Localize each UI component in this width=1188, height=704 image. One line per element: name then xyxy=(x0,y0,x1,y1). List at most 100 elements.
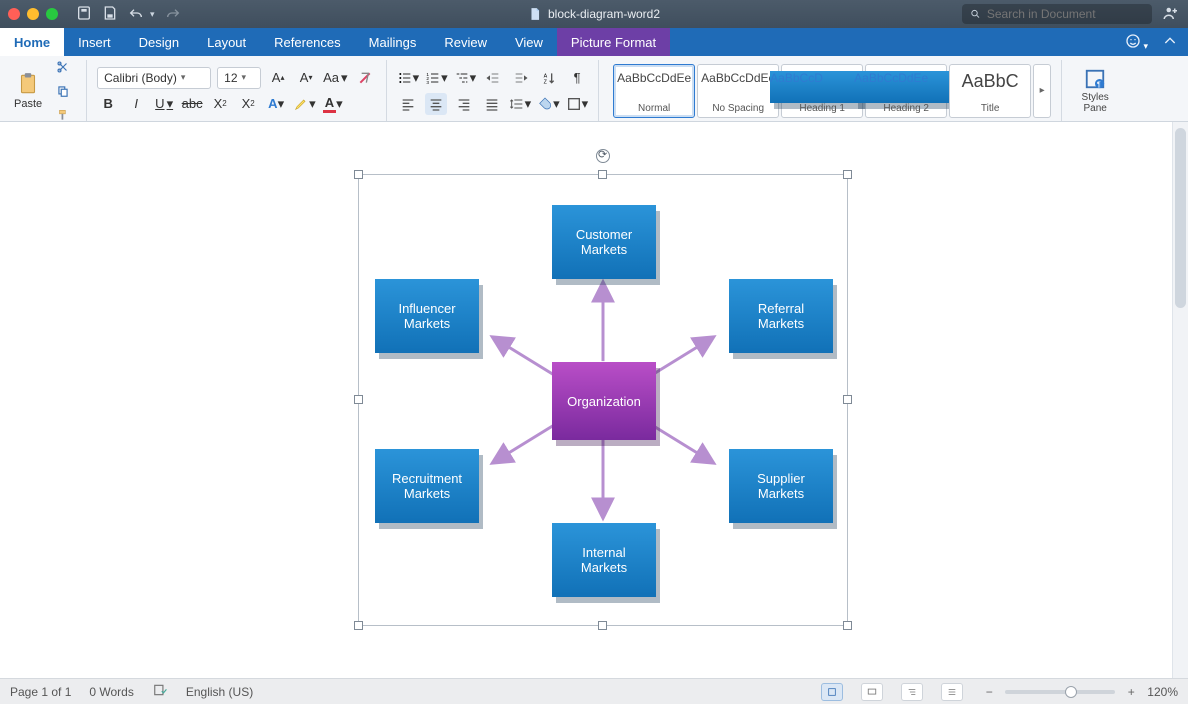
view-draft-button[interactable] xyxy=(941,683,963,701)
tab-mailings[interactable]: Mailings xyxy=(355,28,431,56)
spellcheck-icon[interactable] xyxy=(152,683,168,700)
tab-references[interactable]: References xyxy=(260,28,354,56)
align-right-button[interactable] xyxy=(453,93,475,115)
tab-design[interactable]: Design xyxy=(125,28,193,56)
search-box[interactable] xyxy=(962,4,1152,24)
share-button[interactable] xyxy=(1162,4,1180,25)
style-item-heading-1[interactable]: AaBbCcDHeading 1 xyxy=(781,64,863,118)
decrease-indent-button[interactable] xyxy=(482,67,504,89)
tab-home[interactable]: Home xyxy=(0,28,64,56)
resize-handle-ml[interactable] xyxy=(354,395,363,404)
resize-handle-tl[interactable] xyxy=(354,170,363,179)
cut-button[interactable] xyxy=(52,56,74,78)
sort-button[interactable]: AZ xyxy=(538,67,560,89)
multilevel-list-button[interactable]: ▾ xyxy=(454,67,477,89)
font-name-value: Calibri (Body) xyxy=(104,71,177,85)
bold-button[interactable]: B xyxy=(97,93,119,115)
vertical-scrollbar[interactable] xyxy=(1172,122,1188,678)
tab-insert[interactable]: Insert xyxy=(64,28,125,56)
style-item-no-spacing[interactable]: AaBbCcDdEeNo Spacing xyxy=(697,64,779,118)
zoom-in-button[interactable]: + xyxy=(1123,684,1139,700)
autosave-icon[interactable] xyxy=(76,5,92,24)
zoom-value[interactable]: 120% xyxy=(1147,685,1178,699)
tab-view[interactable]: View xyxy=(501,28,557,56)
style-item-normal[interactable]: AaBbCcDdEeNormal xyxy=(613,64,695,118)
undo-icon[interactable] xyxy=(128,5,144,24)
view-web-layout-button[interactable] xyxy=(861,683,883,701)
style-item-heading-2[interactable]: AaBbCcDdEeHeading 2 xyxy=(865,64,947,118)
numbering-button[interactable]: 123▾ xyxy=(425,67,448,89)
view-outline-button[interactable] xyxy=(901,683,923,701)
italic-button[interactable]: I xyxy=(125,93,147,115)
save-icon[interactable] xyxy=(102,5,118,24)
tab-label: Design xyxy=(139,35,179,50)
search-input[interactable] xyxy=(987,7,1144,21)
feedback-icon[interactable]: ▾ xyxy=(1125,33,1148,52)
page[interactable]: CustomerMarkets InfluencerMarkets Referr… xyxy=(14,122,1164,678)
align-center-button[interactable] xyxy=(425,93,447,115)
tab-label: Review xyxy=(444,35,487,50)
zoom-slider-knob[interactable] xyxy=(1065,686,1077,698)
collapse-ribbon-icon[interactable] xyxy=(1162,33,1178,52)
subscript-button[interactable]: X2 xyxy=(209,93,231,115)
close-window-button[interactable] xyxy=(8,8,20,20)
node-referral-markets: ReferralMarkets xyxy=(729,279,833,353)
resize-handle-bl[interactable] xyxy=(354,621,363,630)
selected-image-frame[interactable]: CustomerMarkets InfluencerMarkets Referr… xyxy=(358,174,848,626)
underline-button[interactable]: U▾ xyxy=(153,93,175,115)
zoom-slider[interactable] xyxy=(1005,690,1115,694)
shading-button[interactable]: ▾ xyxy=(537,93,560,115)
node-recruitment-markets: RecruitmentMarkets xyxy=(375,449,479,523)
status-bar: Page 1 of 1 0 Words English (US) − + 120… xyxy=(0,678,1188,704)
minimize-window-button[interactable] xyxy=(27,8,39,20)
highlight-button[interactable]: ▾ xyxy=(293,93,316,115)
clear-formatting-button[interactable] xyxy=(354,67,376,89)
paste-button[interactable]: Paste xyxy=(14,71,42,110)
zoom-control: − + 120% xyxy=(981,684,1178,700)
paste-label: Paste xyxy=(14,98,42,110)
resize-handle-bm[interactable] xyxy=(598,621,607,630)
redo-icon[interactable] xyxy=(165,5,181,24)
svg-text:3: 3 xyxy=(426,80,429,85)
tab-review[interactable]: Review xyxy=(430,28,501,56)
shrink-font-button[interactable]: A▾ xyxy=(295,67,317,89)
grow-font-button[interactable]: A▴ xyxy=(267,67,289,89)
status-page[interactable]: Page 1 of 1 xyxy=(10,685,71,699)
justify-button[interactable] xyxy=(481,93,503,115)
copy-button[interactable] xyxy=(52,80,74,102)
zoom-out-button[interactable]: − xyxy=(981,684,997,700)
resize-handle-tr[interactable] xyxy=(843,170,852,179)
line-spacing-button[interactable]: ▾ xyxy=(509,93,532,115)
resize-handle-tm[interactable] xyxy=(598,170,607,179)
bullets-button[interactable]: ▾ xyxy=(397,67,420,89)
strikethrough-button[interactable]: abc xyxy=(181,93,203,115)
styles-gallery-more[interactable]: ▸ xyxy=(1033,64,1051,118)
tab-picture-format[interactable]: Picture Format xyxy=(557,28,670,56)
node-organization: Organization xyxy=(552,362,656,440)
view-print-layout-button[interactable] xyxy=(821,683,843,701)
align-left-button[interactable] xyxy=(397,93,419,115)
change-case-button[interactable]: Aa▾ xyxy=(323,67,347,89)
tab-label: View xyxy=(515,35,543,50)
rotation-handle[interactable] xyxy=(596,149,610,163)
borders-button[interactable]: ▾ xyxy=(566,93,589,115)
status-word-count[interactable]: 0 Words xyxy=(89,685,133,699)
undo-dropdown-icon[interactable]: ▾ xyxy=(150,9,155,20)
increase-indent-button[interactable] xyxy=(510,67,532,89)
text-effects-button[interactable]: A▾ xyxy=(265,93,287,115)
show-marks-button[interactable]: ¶ xyxy=(566,67,588,89)
style-item-title[interactable]: AaBbCTitle xyxy=(949,64,1031,118)
resize-handle-br[interactable] xyxy=(843,621,852,630)
styles-pane-label: Styles Pane xyxy=(1072,92,1118,114)
status-language[interactable]: English (US) xyxy=(186,685,253,699)
font-color-button[interactable]: A▾ xyxy=(322,93,344,115)
styles-pane-button[interactable]: ¶ Styles Pane xyxy=(1072,68,1118,114)
maximize-window-button[interactable] xyxy=(46,8,58,20)
tab-layout[interactable]: Layout xyxy=(193,28,260,56)
document-area[interactable]: CustomerMarkets InfluencerMarkets Referr… xyxy=(0,122,1188,678)
font-size-select[interactable]: 12▾ xyxy=(217,67,261,89)
resize-handle-mr[interactable] xyxy=(843,395,852,404)
scrollbar-thumb[interactable] xyxy=(1175,128,1186,308)
superscript-button[interactable]: X2 xyxy=(237,93,259,115)
font-name-select[interactable]: Calibri (Body)▾ xyxy=(97,67,211,89)
